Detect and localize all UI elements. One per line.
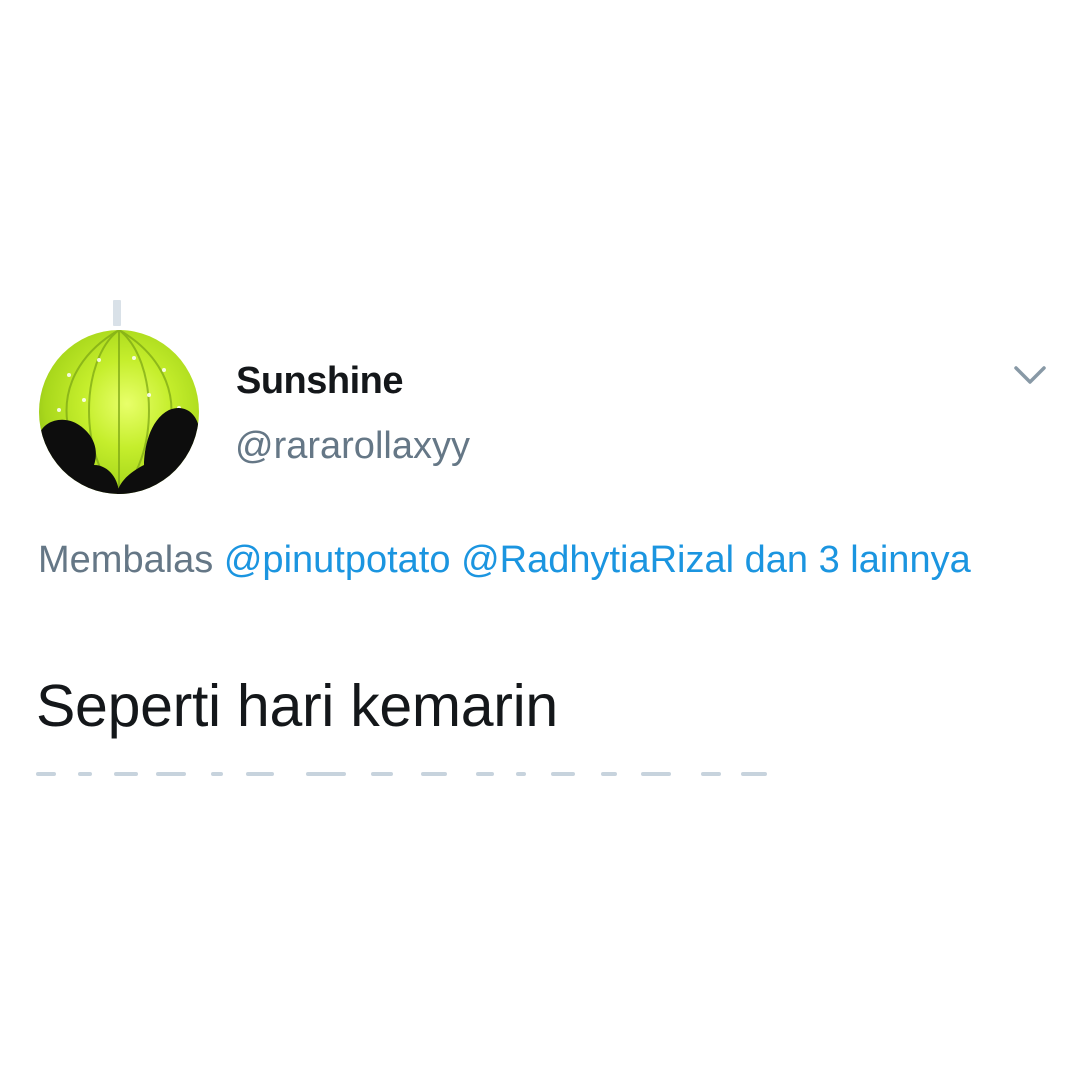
chevron-down-icon[interactable] [1010, 360, 1050, 390]
others-link[interactable]: dan 3 lainnya [745, 539, 971, 581]
mention-link[interactable]: @RadhytiaRizal [461, 539, 734, 581]
display-name[interactable]: Sunshine [236, 360, 404, 403]
avatar[interactable] [39, 330, 199, 494]
tweet-text: Seperti hari kemarin [36, 673, 558, 739]
mention-link[interactable]: @pinutpotato [224, 539, 451, 581]
user-handle[interactable]: @rararollaxyy [235, 425, 470, 468]
thread-connector-line [113, 300, 121, 326]
reply-context: Membalas @pinutpotato @RadhytiaRizal dan… [38, 533, 998, 587]
truncated-timestamp-row [36, 772, 776, 778]
avatar-photo [39, 330, 199, 494]
reply-prefix: Membalas [38, 539, 214, 581]
